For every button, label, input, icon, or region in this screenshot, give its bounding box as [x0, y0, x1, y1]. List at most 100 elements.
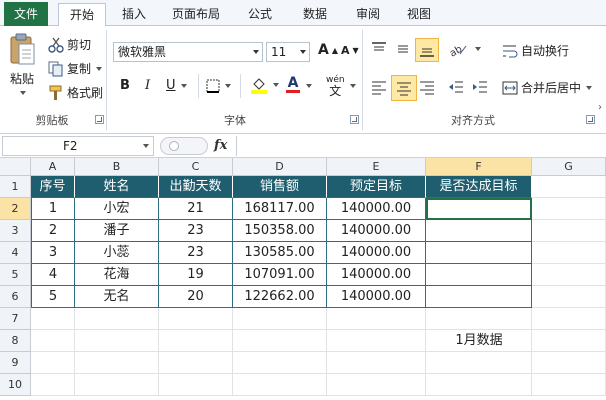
select-all-corner[interactable] [0, 158, 31, 176]
tab-insert[interactable]: 插入 [112, 3, 156, 26]
grid-cell[interactable] [327, 330, 426, 352]
grid-cell[interactable] [75, 352, 159, 374]
font-name-select[interactable]: 微软雅黑 [113, 42, 263, 62]
table-cell[interactable]: 小蕊 [75, 242, 159, 264]
table-header-cell[interactable]: 销售额 [233, 176, 327, 198]
grid-cell[interactable] [233, 330, 327, 352]
grid-cell[interactable] [327, 352, 426, 374]
row-header-1[interactable]: 1 [0, 176, 31, 198]
column-header-e[interactable]: E [327, 158, 426, 176]
table-header-cell[interactable]: 序号 [31, 176, 75, 198]
table-cell[interactable]: 19 [159, 264, 233, 286]
align-left-button[interactable] [370, 78, 388, 96]
grid-cell[interactable] [532, 264, 606, 286]
ribbon-scroll-right-icon[interactable]: › [598, 102, 602, 113]
cut-button[interactable]: 剪切 [48, 36, 91, 53]
align-middle-button[interactable] [394, 40, 412, 58]
grid-cell[interactable] [31, 308, 75, 330]
table-cell[interactable]: 无名 [75, 286, 159, 308]
align-bottom-button[interactable] [415, 38, 439, 62]
font-launcher-icon[interactable] [350, 115, 359, 124]
align-center-button[interactable] [391, 75, 417, 101]
table-header-cell[interactable]: 姓名 [75, 176, 159, 198]
formula-bar-splitter[interactable] [160, 137, 208, 155]
table-cell[interactable]: 168117.00 [233, 198, 327, 220]
grid-cell[interactable] [75, 330, 159, 352]
grid-cell[interactable] [532, 242, 606, 264]
column-header-d[interactable]: D [233, 158, 327, 176]
name-box[interactable]: F2 [2, 136, 154, 156]
row-header-10[interactable]: 10 [0, 374, 31, 396]
grid-cell[interactable] [75, 308, 159, 330]
grid-cell[interactable] [532, 220, 606, 242]
decrease-indent-button[interactable] [448, 78, 464, 96]
borders-button[interactable] [206, 79, 231, 93]
table-cell[interactable] [426, 286, 532, 308]
tab-page-layout[interactable]: 页面布局 [160, 3, 232, 26]
tab-file[interactable]: 文件 [4, 2, 48, 26]
grid-cell[interactable] [532, 198, 606, 220]
merge-center-button[interactable]: 合并后居中 [502, 79, 593, 96]
font-color-button[interactable]: A [286, 76, 300, 93]
bold-button[interactable]: B [120, 78, 130, 93]
active-cell-f2[interactable] [426, 198, 532, 220]
phonetic-button[interactable]: wén 文 [326, 76, 345, 98]
table-cell[interactable]: 花海 [75, 264, 159, 286]
row-header-4[interactable]: 4 [0, 242, 31, 264]
grid-cell[interactable] [31, 330, 75, 352]
table-header-cell[interactable]: 预定目标 [327, 176, 426, 198]
table-cell[interactable]: 140000.00 [327, 220, 426, 242]
row-header-7[interactable]: 7 [0, 308, 31, 330]
column-header-a[interactable]: A [31, 158, 75, 176]
fill-color-button[interactable] [250, 76, 279, 94]
grid-cell[interactable] [426, 374, 532, 396]
table-cell[interactable] [426, 264, 532, 286]
column-header-c[interactable]: C [159, 158, 233, 176]
row-header-3[interactable]: 3 [0, 220, 31, 242]
table-cell[interactable]: 130585.00 [233, 242, 327, 264]
grid-cell[interactable] [426, 352, 532, 374]
grid-cell[interactable] [159, 330, 233, 352]
paste-button[interactable]: 粘贴 [6, 32, 38, 110]
align-right-button[interactable] [418, 78, 436, 96]
grid-cell[interactable] [31, 352, 75, 374]
table-header-cell[interactable]: 出勤天数 [159, 176, 233, 198]
table-cell[interactable]: 107091.00 [233, 264, 327, 286]
table-cell[interactable]: 150358.00 [233, 220, 327, 242]
table-header-cell[interactable]: 是否达成目标 [426, 176, 532, 198]
grid-cell[interactable] [327, 374, 426, 396]
table-cell[interactable]: 潘子 [75, 220, 159, 242]
table-cell[interactable]: 2 [31, 220, 75, 242]
italic-button[interactable]: I [145, 78, 150, 93]
table-cell[interactable]: 21 [159, 198, 233, 220]
column-header-b[interactable]: B [75, 158, 159, 176]
table-cell[interactable]: 140000.00 [327, 264, 426, 286]
row-header-9[interactable]: 9 [0, 352, 31, 374]
align-top-button[interactable] [370, 40, 388, 58]
table-cell[interactable] [426, 220, 532, 242]
font-color-dropdown-icon[interactable] [306, 84, 312, 88]
phonetic-dropdown-icon[interactable] [350, 84, 356, 88]
grid-cell[interactable] [532, 308, 606, 330]
table-cell[interactable]: 4 [31, 264, 75, 286]
shrink-font-button[interactable]: A ▼ [341, 44, 359, 57]
table-cell[interactable]: 23 [159, 220, 233, 242]
table-cell[interactable]: 140000.00 [327, 198, 426, 220]
grid-cell[interactable] [532, 374, 606, 396]
row-header-5[interactable]: 5 [0, 264, 31, 286]
table-cell[interactable]: 122662.00 [233, 286, 327, 308]
table-cell[interactable]: 1 [31, 198, 75, 220]
grid-cell[interactable] [159, 374, 233, 396]
grid-cell[interactable] [532, 330, 606, 352]
column-header-g[interactable]: G [532, 158, 606, 176]
tab-home[interactable]: 开始 [58, 3, 106, 27]
table-cell[interactable]: 20 [159, 286, 233, 308]
grid-cell[interactable] [426, 308, 532, 330]
format-painter-button[interactable]: 格式刷 [48, 84, 103, 101]
grid-cell[interactable] [159, 352, 233, 374]
tab-review[interactable]: 审阅 [346, 3, 390, 26]
tab-data[interactable]: 数据 [293, 3, 337, 26]
alignment-launcher-icon[interactable] [586, 115, 595, 124]
formula-input[interactable] [236, 136, 606, 156]
table-cell[interactable]: 140000.00 [327, 242, 426, 264]
